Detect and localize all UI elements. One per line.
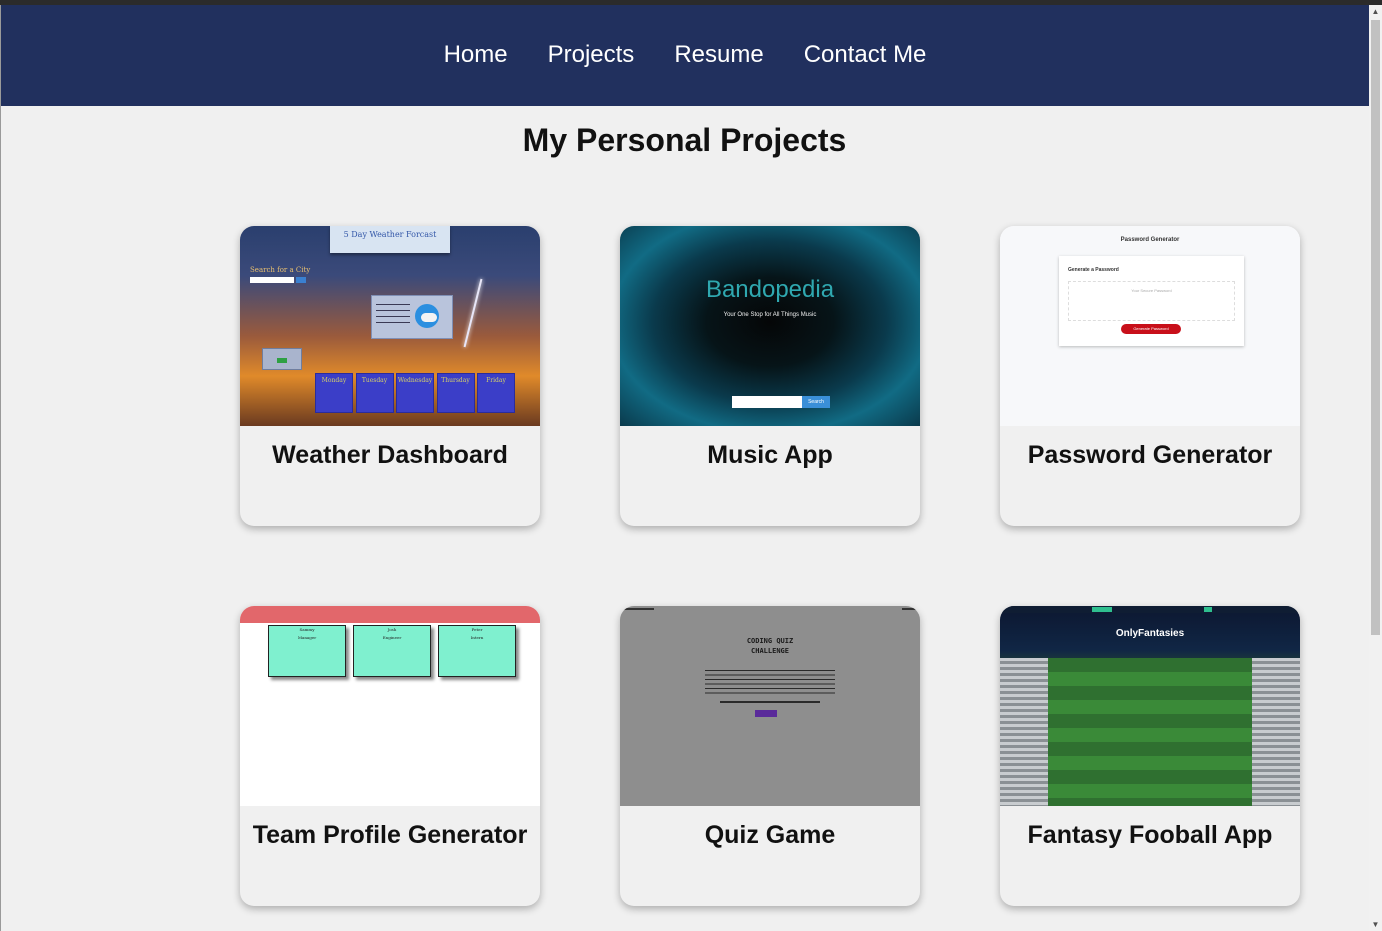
employee-name: Josh	[387, 627, 397, 632]
forecast-day: Friday	[477, 373, 515, 413]
project-title[interactable]: Music App	[620, 441, 920, 470]
project-card-fantasy-football-app[interactable]: OnlyFantasies Fantasy Fooball App	[1000, 606, 1300, 906]
thumbnail-good-luck-line	[720, 701, 820, 703]
thumbnail-employee-card: Josh Engineer	[353, 625, 431, 677]
thumbnail-employee-card: Peter Intern	[438, 625, 516, 677]
quiz-heading-line: CHALLENGE	[751, 647, 789, 655]
thumbnail-highscores-link	[624, 608, 654, 610]
thumbnail-history-panel	[262, 348, 302, 370]
football-field-image	[1048, 658, 1252, 806]
nav-link-home[interactable]: Home	[444, 41, 508, 71]
forecast-day: Monday	[315, 373, 353, 413]
nav-link-contact-me[interactable]: Contact Me	[804, 41, 927, 71]
employee-role: Engineer	[382, 635, 402, 640]
project-title[interactable]: Team Profile Generator	[240, 821, 540, 850]
project-title[interactable]: Fantasy Fooball App	[1000, 821, 1300, 850]
project-thumbnail-fantasy[interactable]: OnlyFantasies	[1000, 606, 1300, 806]
project-title[interactable]: Password Generator	[1000, 441, 1300, 470]
employee-name: Peter	[471, 627, 483, 632]
thumbnail-card: Generate a Password Your Secure Password…	[1059, 256, 1244, 346]
page-title: My Personal Projects	[522, 122, 847, 158]
project-thumbnail-music[interactable]: Bandopedia Your One Stop for All Things …	[620, 226, 920, 426]
thumbnail-search-box	[250, 277, 294, 283]
thumbnail-tagline: Your One Stop for All Things Music	[723, 312, 817, 318]
vertical-scrollbar[interactable]: ▲ ▼	[1369, 5, 1382, 931]
stadium-stands-left	[1000, 658, 1048, 806]
stadium-stands-right	[1252, 658, 1300, 806]
thumbnail-nav-bar	[1000, 606, 1300, 613]
project-card-weather-dashboard[interactable]: 5 Day Weather Forcast Search for a City …	[240, 226, 540, 526]
project-card-quiz-game[interactable]: CODING QUIZ CHALLENGE Quiz Game	[620, 606, 920, 906]
project-title[interactable]: Weather Dashboard	[240, 441, 540, 470]
project-card-team-profile-generator[interactable]: Sammy Manager Josh Engineer Peter Intern…	[240, 606, 540, 906]
thumbnail-search-box	[732, 396, 802, 408]
employee-role: Intern	[470, 635, 484, 640]
thumbnail-search-button: Search	[802, 396, 830, 408]
thumbnail-password-area: Your Secure Password	[1068, 281, 1235, 321]
thumbnail-instructions	[705, 670, 835, 694]
scroll-up-arrow-icon[interactable]: ▲	[1369, 5, 1382, 18]
forecast-day: Thursday	[436, 373, 475, 413]
thumbnail-search-button	[296, 277, 306, 283]
lightning-bolt-decoration	[463, 278, 483, 348]
project-thumbnail-team[interactable]: Sammy Manager Josh Engineer Peter Intern	[240, 606, 540, 806]
quiz-heading-line: CODING QUIZ	[746, 637, 794, 645]
project-thumbnail-weather[interactable]: 5 Day Weather Forcast Search for a City …	[240, 226, 540, 426]
thumbnail-banner: 5 Day Weather Forcast	[330, 226, 450, 253]
thumbnail-quiz-heading: CODING QUIZ CHALLENGE	[620, 636, 920, 656]
top-navbar: Home Projects Resume Contact Me	[1, 5, 1369, 106]
project-thumbnail-password[interactable]: Password Generator Generate a Password Y…	[1000, 226, 1300, 426]
thumbnail-forecast-row: Monday Tuesday Wednesday Thursday Friday	[315, 373, 518, 413]
thumbnail-employee-card: Sammy Manager	[268, 625, 346, 677]
thumbnail-app-name: OnlyFantasies	[1115, 628, 1185, 639]
project-title[interactable]: Quiz Game	[620, 821, 920, 850]
thumbnail-generate-button: Generate Password	[1121, 324, 1181, 334]
forecast-day: Tuesday	[355, 373, 394, 413]
employee-role: Manager	[297, 635, 317, 640]
cloud-shape	[421, 313, 437, 322]
thumbnail-header-bar	[240, 606, 540, 623]
thumbnail-timer	[902, 608, 916, 610]
scrollbar-thumb[interactable]	[1371, 20, 1380, 635]
thumbnail-search-label: Search for a City	[250, 266, 311, 274]
thumbnail-header: Password Generator	[1120, 237, 1180, 243]
nav-link-resume[interactable]: Resume	[674, 41, 763, 71]
scroll-down-arrow-icon[interactable]: ▼	[1369, 918, 1382, 931]
thumbnail-app-name: Bandopedia	[705, 276, 835, 303]
employee-name: Sammy	[299, 627, 315, 632]
nav-link-projects[interactable]: Projects	[548, 41, 635, 71]
thumbnail-current-weather-panel	[371, 295, 453, 339]
thumbnail-start-button	[755, 710, 777, 717]
thumbnail-card-title: Generate a Password	[1068, 267, 1119, 273]
project-card-music-app[interactable]: Bandopedia Your One Stop for All Things …	[620, 226, 920, 526]
thumbnail-weather-details	[376, 304, 410, 328]
forecast-day: Wednesday	[396, 373, 434, 413]
project-card-password-generator[interactable]: Password Generator Generate a Password Y…	[1000, 226, 1300, 526]
project-thumbnail-quiz[interactable]: CODING QUIZ CHALLENGE	[620, 606, 920, 806]
